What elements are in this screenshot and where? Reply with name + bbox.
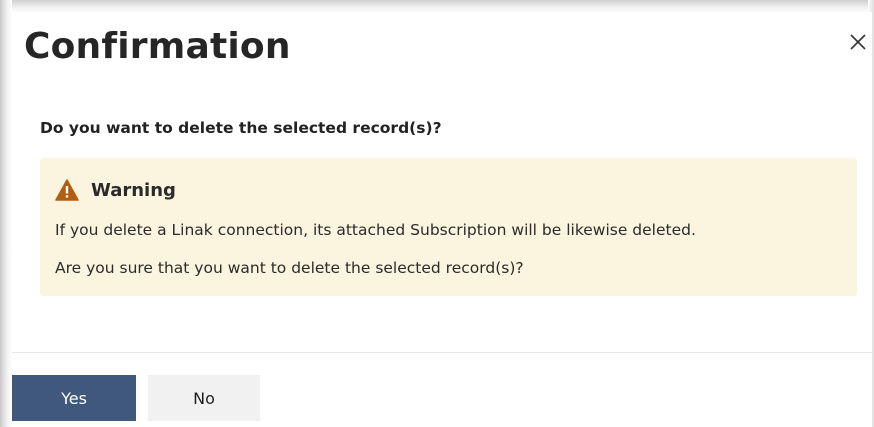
footer-divider — [12, 352, 872, 353]
warning-message: If you delete a Linak connection, its at… — [55, 221, 696, 239]
warning-triangle-icon — [55, 179, 79, 201]
warning-confirm-message: Are you sure that you want to delete the… — [55, 259, 524, 277]
no-button[interactable]: No — [148, 375, 260, 421]
confirmation-dialog: Confirmation Do you want to delete the s… — [12, 12, 872, 427]
warning-panel: Warning If you delete a Linak connection… — [40, 158, 857, 296]
warning-header: Warning — [55, 179, 176, 201]
yes-button[interactable]: Yes — [12, 375, 136, 421]
dialog-title: Confirmation — [24, 26, 291, 67]
confirmation-question: Do you want to delete the selected recor… — [40, 119, 442, 137]
warning-title: Warning — [91, 179, 176, 201]
close-icon[interactable] — [846, 30, 870, 54]
close-icon-glyph — [850, 34, 866, 50]
dialog-shadow-left — [0, 0, 12, 427]
screen: Confirmation Do you want to delete the s… — [0, 0, 874, 427]
